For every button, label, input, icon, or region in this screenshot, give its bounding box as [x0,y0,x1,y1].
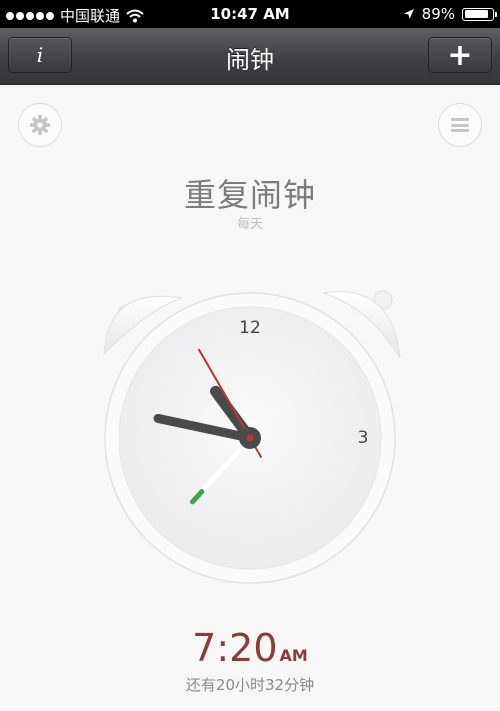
hamburger-menu-icon [451,118,469,132]
status-bar: 中国联通 10:47 AM 89% [0,0,500,28]
repeat-label: 每天 [236,217,263,232]
menu-button[interactable] [438,103,482,147]
plus-icon: + [447,37,473,73]
battery-icon [462,7,497,21]
time-until-alarm: 还有20小时32分钟 [185,676,315,694]
label-3: 3 [358,428,369,448]
gear-icon [29,114,51,136]
label-12: 12 [239,318,261,338]
status-right: 89% [403,5,497,23]
alarm-ampm: AM [279,646,308,665]
page-title: 闹钟 [226,46,274,74]
alarm-time-display[interactable]: 7:20 AM [0,626,500,670]
settings-button[interactable] [18,103,62,147]
alarm-clock[interactable]: 12 3 [90,278,410,598]
battery-level [464,10,488,18]
location-arrow-icon [403,9,414,19]
alarm-time: 7:20 [192,626,278,670]
battery-percent: 89% [421,5,455,23]
alarm-title: 重复闹钟 [183,176,316,214]
navigation-bar: i 闹钟 + [0,28,500,85]
add-alarm-button[interactable]: + [428,37,492,73]
center-dot [246,434,254,442]
